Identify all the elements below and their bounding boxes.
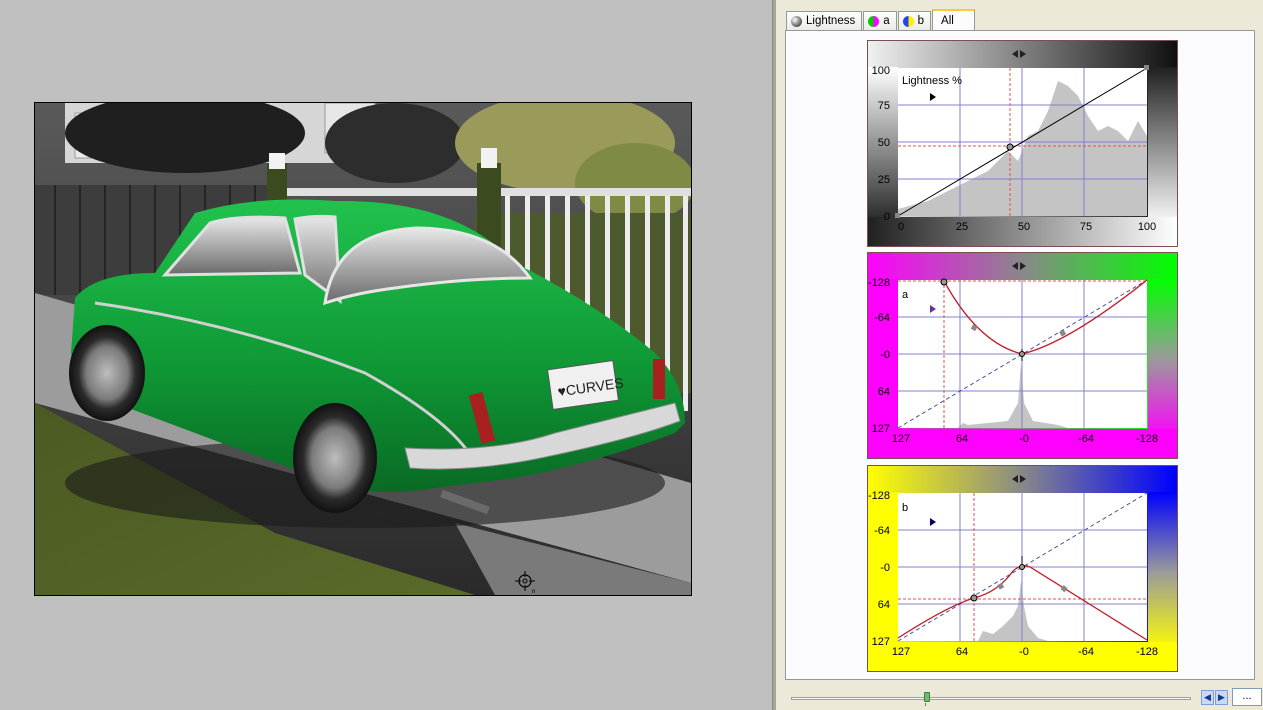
slider-tick — [925, 703, 926, 706]
y-tick: -64 — [874, 312, 890, 324]
x-tick: 25 — [955, 221, 969, 233]
blend-slider-track[interactable] — [791, 697, 1191, 700]
x-tick: 75 — [1079, 221, 1093, 233]
y-tick: 25 — [877, 174, 890, 186]
x-tick: -0 — [1019, 433, 1029, 445]
x-tick: 100 — [1137, 221, 1157, 233]
next-button[interactable]: ▶ — [1215, 690, 1228, 705]
x-tick: 64 — [955, 433, 969, 445]
b-channel-label: b — [902, 502, 909, 514]
image-canvas[interactable]: ♥CURVES n — [0, 0, 772, 710]
chevron-left-icon: ◀ — [1204, 692, 1211, 702]
tab-label: b — [917, 15, 925, 27]
chevron-right-icon: ▶ — [1218, 692, 1225, 702]
svg-text:n: n — [532, 589, 535, 594]
tab-label: All — [941, 14, 954, 27]
lightness-curve-graph[interactable] — [868, 41, 1177, 246]
x-tick: -64 — [1078, 433, 1094, 445]
b-channel-ball-icon — [902, 15, 914, 27]
tab-content: Lightness % 100 75 50 25 0 0 25 50 75 10… — [785, 30, 1255, 680]
tab-a[interactable]: a — [863, 11, 897, 30]
tab-all[interactable]: All — [932, 9, 975, 30]
lightness-ball-icon — [791, 15, 802, 27]
y-tick: 75 — [877, 100, 890, 112]
x-tick: -0 — [1019, 646, 1029, 658]
previous-button[interactable]: ◀ — [1201, 690, 1214, 705]
a-channel-ball-icon — [868, 15, 880, 27]
y-tick: -64 — [874, 525, 890, 537]
tab-label: a — [883, 15, 890, 27]
x-tick: 64 — [955, 646, 969, 658]
x-tick: 50 — [1017, 221, 1031, 233]
crosshair-cursor-icon: n — [515, 571, 535, 594]
x-tick: -128 — [1135, 646, 1159, 658]
a-curve-graph[interactable] — [868, 253, 1177, 458]
tab-lightness[interactable]: Lightness — [786, 11, 863, 30]
bottom-toolbar: ◀ ▶ ... — [785, 686, 1262, 708]
y-tick: 100 — [871, 65, 890, 77]
blend-slider-thumb[interactable] — [924, 692, 930, 702]
y-tick: -0 — [880, 349, 890, 361]
y-tick: 64 — [877, 599, 890, 611]
tab-b[interactable]: b — [897, 11, 932, 30]
car-photo: ♥CURVES — [35, 103, 691, 595]
y-tick: -128 — [868, 490, 891, 502]
photo-preview[interactable]: ♥CURVES — [34, 102, 692, 596]
x-tick: -128 — [1135, 433, 1159, 445]
y-tick: -0 — [880, 562, 890, 574]
y-tick: -128 — [868, 277, 891, 289]
x-tick: 127 — [891, 646, 911, 658]
a-channel-label: a — [902, 289, 909, 301]
b-curve-graph[interactable] — [868, 466, 1177, 671]
a-curve-box: a -128 -64 -0 64 127 127 64 -0 -64 -128 — [867, 252, 1178, 459]
y-tick: 64 — [877, 386, 890, 398]
y-tick: 50 — [877, 137, 890, 149]
b-curve-box: b -128 -64 -0 64 127 127 64 -0 -64 -128 — [867, 465, 1178, 672]
tab-label: Lightness — [806, 15, 856, 27]
lightness-channel-label: Lightness % — [902, 75, 962, 87]
curves-panel: Lightness a b All Lightness % 100 75 50 … — [776, 0, 1263, 710]
x-tick: -64 — [1078, 646, 1094, 658]
more-options-button[interactable]: ... — [1232, 688, 1262, 706]
x-tick: 127 — [891, 433, 911, 445]
lightness-curve-box: Lightness % 100 75 50 25 0 0 25 50 75 10… — [867, 40, 1178, 247]
x-tick: 0 — [897, 221, 905, 233]
channel-tabs: Lightness a b All — [786, 9, 976, 30]
